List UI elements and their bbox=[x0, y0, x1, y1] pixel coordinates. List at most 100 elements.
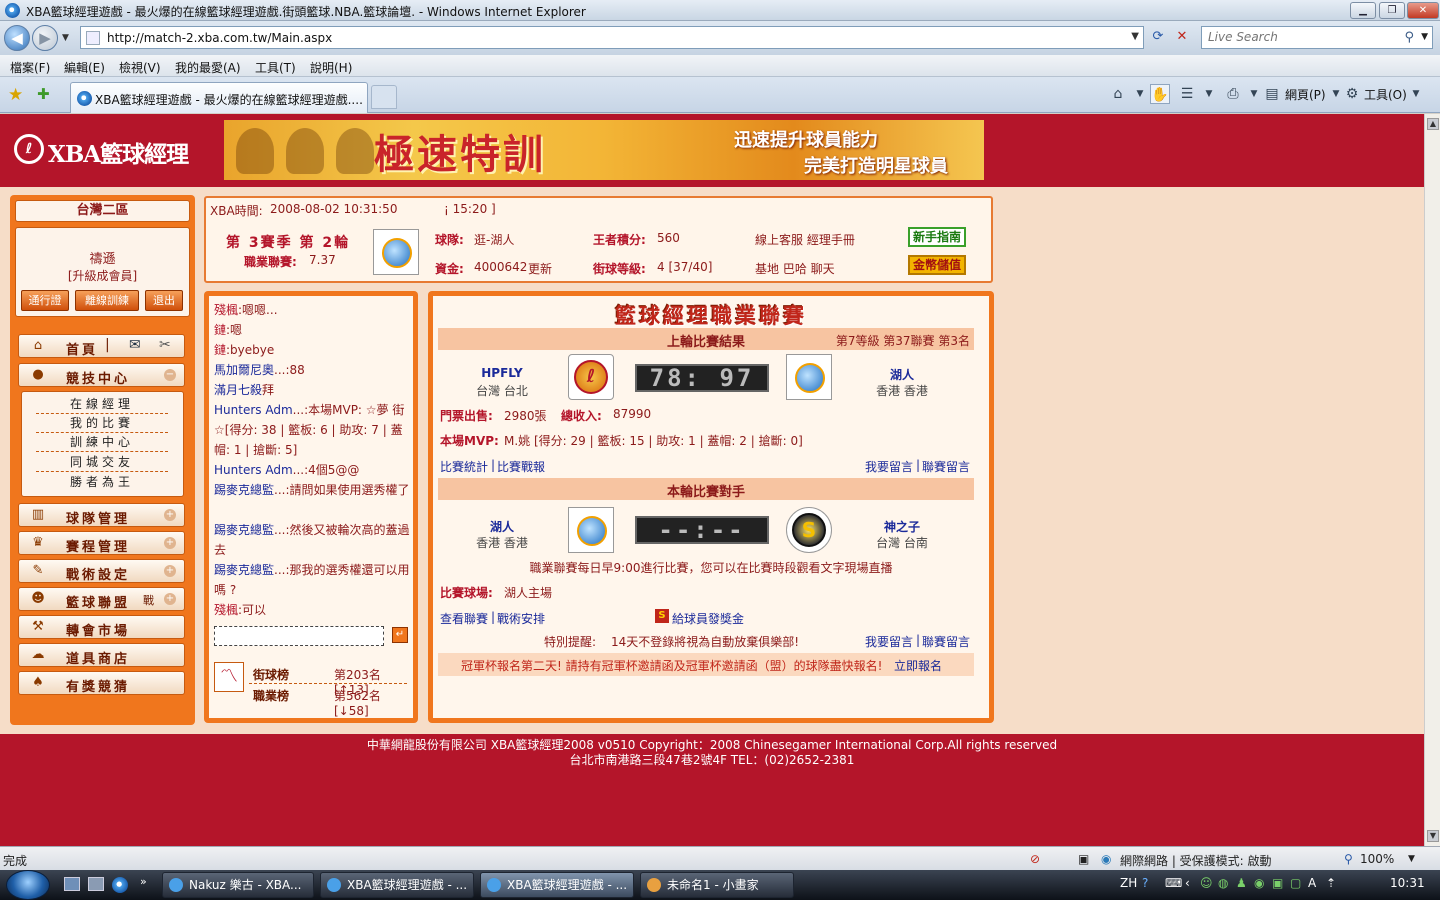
pro-rank-label[interactable]: 職業榜 bbox=[253, 687, 289, 704]
help-icon[interactable]: ? bbox=[1142, 876, 1148, 890]
refresh-icon[interactable]: ⟳ bbox=[1148, 27, 1168, 47]
funds-refresh-link[interactable]: 更新 bbox=[528, 260, 552, 277]
sub-winner-is-king[interactable]: 勝者為王 bbox=[36, 473, 168, 492]
zoom-icon[interactable]: ⚲ bbox=[1344, 852, 1353, 866]
tools-icon[interactable]: ✂ bbox=[159, 337, 171, 353]
show-desktop-icon[interactable] bbox=[64, 877, 80, 891]
scroll-down-icon[interactable]: ▼ bbox=[1427, 830, 1439, 842]
skype-icon[interactable]: ◍ bbox=[1218, 876, 1228, 890]
task-xba-1[interactable]: XBA籃球經理遊戲 - ... bbox=[320, 872, 474, 898]
tools-dropdown-icon[interactable]: ▼ bbox=[1406, 84, 1426, 104]
leave-message-link[interactable]: 我要留言 bbox=[865, 458, 913, 475]
search-dropdown-icon[interactable]: ▼ bbox=[1421, 32, 1428, 42]
search-input[interactable] bbox=[1208, 30, 1398, 44]
add-favorite-icon[interactable]: ✚ bbox=[37, 85, 50, 103]
user-icon[interactable]: ♟ bbox=[1236, 876, 1247, 890]
task-xba-2[interactable]: XBA籃球經理遊戲 - ... bbox=[480, 872, 634, 898]
collapse-icon[interactable]: − bbox=[164, 369, 176, 381]
rss-feed-icon[interactable]: ☰ bbox=[1177, 84, 1197, 104]
expand-icon[interactable]: + bbox=[164, 509, 176, 521]
hpfly-logo-icon[interactable]: ℓ bbox=[568, 354, 614, 400]
nav-team-management[interactable]: ▥ 球隊管理 + bbox=[18, 503, 185, 527]
tray-app-icon[interactable]: ▢ bbox=[1290, 876, 1301, 890]
zoom-dropdown-icon[interactable]: ▼ bbox=[1408, 854, 1415, 864]
chat-sender[interactable]: 殘楓 bbox=[214, 603, 238, 617]
back-button[interactable]: ◀ bbox=[4, 25, 30, 51]
new-tab-button[interactable] bbox=[371, 85, 397, 109]
switch-windows-icon[interactable] bbox=[88, 877, 104, 891]
next-home-team-name[interactable]: 湖人 bbox=[447, 518, 557, 535]
expand-icon[interactable]: + bbox=[164, 565, 176, 577]
expand-icon[interactable]: + bbox=[164, 537, 176, 549]
nav-item-shop[interactable]: ☁ 道具商店 bbox=[18, 643, 185, 667]
chat-sender[interactable]: 踢麥克總監 bbox=[214, 563, 274, 577]
chat-input[interactable] bbox=[214, 626, 384, 646]
protected-mode-icon[interactable]: ▣ bbox=[1078, 852, 1089, 866]
print-dropdown-icon[interactable]: ▼ bbox=[1244, 84, 1264, 104]
nav-transfer-market[interactable]: ⚒ 轉會市場 bbox=[18, 615, 185, 639]
player-bonus-link[interactable]: 給球員發獎金 bbox=[672, 610, 744, 627]
gold-recharge-button[interactable]: 金幣儲值 bbox=[908, 255, 966, 275]
tools-gear-icon[interactable]: ⚙ bbox=[1342, 84, 1362, 104]
address-dropdown-icon[interactable]: ▼ bbox=[1131, 31, 1139, 42]
vertical-scrollbar[interactable]: ▲ ▼ bbox=[1424, 114, 1440, 846]
nav-home[interactable]: ⌂ 首頁 | ✉ ✂ bbox=[18, 334, 185, 358]
language-indicator[interactable]: ZH bbox=[1120, 876, 1137, 890]
team-logo-icon[interactable] bbox=[373, 229, 419, 275]
maximize-button[interactable]: ❐ bbox=[1379, 2, 1405, 19]
minimize-button[interactable]: ▁ bbox=[1350, 2, 1376, 19]
offline-training-button[interactable]: 離線訓練 bbox=[75, 290, 139, 311]
chat-sender[interactable]: 踢麥克總監 bbox=[214, 523, 274, 537]
quicklaunch-more-icon[interactable]: » bbox=[140, 875, 147, 888]
promo-banner[interactable]: 極速特訓 迅速提升球員能力 完美打造明星球員 bbox=[224, 120, 984, 180]
tools-menu-label[interactable]: 工具(O) bbox=[1364, 86, 1407, 103]
home-toolbar-icon[interactable]: ⌂ bbox=[1108, 84, 1128, 104]
league-message-link-2[interactable]: 聯賽留言 bbox=[922, 633, 970, 650]
league-message-link[interactable]: 聯賽留言 bbox=[922, 458, 970, 475]
nav-guessing[interactable]: ♠ 有獎競猜 bbox=[18, 671, 185, 695]
nav-arena[interactable]: ● 競技中心 − bbox=[18, 363, 185, 387]
chat-sender[interactable]: 殘楓 bbox=[214, 303, 238, 317]
lakers-logo-icon[interactable] bbox=[568, 507, 614, 553]
logout-button[interactable]: 退出 bbox=[145, 290, 183, 311]
chat-sender[interactable]: 鏈 bbox=[214, 323, 226, 337]
tray-expand-icon[interactable]: ‹ bbox=[1185, 876, 1190, 890]
menu-file[interactable]: 檔案(F) bbox=[10, 59, 50, 76]
tactics-link[interactable]: 戰術安排 bbox=[497, 610, 545, 627]
send-chat-icon[interactable]: ↵ bbox=[392, 627, 408, 643]
chat-sender[interactable]: Hunters Adm bbox=[214, 403, 293, 417]
address-input[interactable]: http://match-2.xba.com.tw/Main.aspx ▼ bbox=[80, 26, 1144, 49]
street-rank-label[interactable]: 街球榜 bbox=[253, 666, 289, 683]
hand-cursor-icon[interactable]: ✋ bbox=[1150, 84, 1170, 104]
sub-city-friends[interactable]: 同城交友 bbox=[36, 453, 168, 472]
chat-tray-icon[interactable]: ◉ bbox=[1254, 876, 1264, 890]
chat-sender[interactable]: 馬加爾尼奧 bbox=[214, 363, 274, 377]
upgrade-member-link[interactable]: [升級成會員] bbox=[16, 267, 189, 284]
network-tray-icon[interactable]: ▣ bbox=[1272, 876, 1283, 890]
url-text[interactable]: http://match-2.xba.com.tw/Main.aspx bbox=[107, 31, 332, 45]
next-away-team-name[interactable]: 神之子 bbox=[847, 518, 957, 535]
home-team-name[interactable]: HPFLY bbox=[447, 366, 557, 380]
chat-sender[interactable]: Hunters Adm bbox=[214, 463, 293, 477]
upload-tray-icon[interactable]: ⇡ bbox=[1326, 876, 1336, 890]
security-zone-text[interactable]: 網際網路 | 受保護模式: 啟動 bbox=[1120, 852, 1272, 869]
nav-tactics[interactable]: ✎ 戰術設定 + bbox=[18, 559, 185, 583]
nav-schedule[interactable]: ♛ 賽程管理 + bbox=[18, 531, 185, 555]
menu-favorites[interactable]: 我的最愛(A) bbox=[175, 59, 241, 76]
live-search-box[interactable]: ⚲ ▼ bbox=[1201, 26, 1433, 49]
menu-edit[interactable]: 編輯(E) bbox=[64, 59, 105, 76]
start-button[interactable] bbox=[6, 870, 50, 900]
mail-icon[interactable]: ✉ bbox=[129, 337, 141, 353]
sub-my-matches[interactable]: 我的比賽 bbox=[36, 414, 168, 433]
view-league-link[interactable]: 查看聯賽 bbox=[440, 610, 488, 627]
feed-dropdown-icon[interactable]: ▼ bbox=[1199, 84, 1219, 104]
page-menu-icon[interactable]: ▤ bbox=[1262, 84, 1282, 104]
newbie-guide-button[interactable]: 新手指南 bbox=[908, 227, 966, 247]
page-menu-label[interactable]: 網頁(P) bbox=[1285, 86, 1326, 103]
community-links[interactable]: 基地 巴哈 聊天 bbox=[755, 260, 835, 277]
font-tray-icon[interactable]: A bbox=[1308, 876, 1316, 890]
sub-training-center[interactable]: 訓練中心 bbox=[36, 433, 168, 452]
lakers-logo-icon[interactable] bbox=[786, 354, 832, 400]
support-links[interactable]: 線上客服 經理手冊 bbox=[755, 231, 855, 248]
chat-sender[interactable]: 踢麥克總監 bbox=[214, 483, 274, 497]
